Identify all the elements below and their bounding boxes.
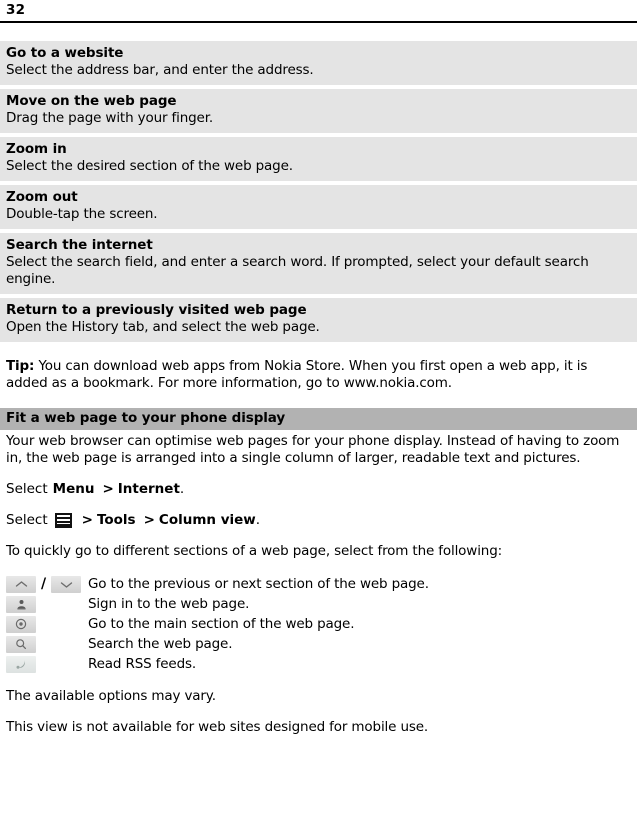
list-item: Go to the main section of the web page.: [6, 614, 631, 634]
table-row: Move on the web page Drag the page with …: [0, 89, 637, 133]
task-title: Return to a previously visited web page: [6, 302, 307, 318]
target-home-icon: [6, 615, 36, 633]
rss-feed-icon: [6, 655, 36, 673]
table-row: Return to a previously visited web page …: [0, 298, 637, 342]
task-title: Search the internet: [6, 237, 153, 253]
chevron-up-icon: [6, 575, 36, 593]
footnote-mobile-sites: This view is not available for web sites…: [6, 719, 429, 735]
page-header: 32: [0, 0, 637, 19]
path-item-menu: Menu: [52, 481, 95, 497]
person-sign-in-icon: [6, 595, 36, 613]
task-description: Select the desired section of the web pa…: [6, 158, 293, 174]
table-row: Search the internet Select the search fi…: [0, 233, 637, 294]
task-description: Drag the page with your finger.: [6, 110, 213, 126]
list-item: Read RSS feeds.: [6, 654, 631, 674]
tip-text: You can download web apps from Nokia Sto…: [6, 358, 588, 391]
task-description: Select the address bar, and enter the ad…: [6, 62, 314, 78]
legend-icon-group: [6, 614, 88, 634]
path-item-tools: Tools: [96, 512, 136, 528]
path-item-column-view: Column view: [158, 512, 256, 528]
menu-key-icon: [54, 513, 72, 528]
task-title: Move on the web page: [6, 93, 177, 109]
legend-intro-paragraph: To quickly go to different sections of a…: [6, 543, 503, 559]
table-row: Zoom out Double-tap the screen.: [0, 185, 637, 229]
menu-path-column-view: Select > Tools > Column view .: [0, 512, 637, 529]
legend-separator: /: [41, 575, 47, 592]
footnote-options-vary: The available options may vary.: [6, 688, 216, 704]
list-item: Sign in to the web page.: [6, 594, 631, 614]
legend-icon-group: /: [6, 574, 88, 594]
task-table: Go to a website Select the address bar, …: [0, 41, 637, 342]
task-title: Zoom out: [6, 189, 78, 205]
legend-description: Sign in to the web page.: [88, 596, 250, 612]
path-separator: >: [143, 512, 155, 528]
list-item: Search the web page.: [6, 634, 631, 654]
task-title: Go to a website: [6, 45, 124, 61]
legend-icon-group: [6, 634, 88, 654]
list-item: / Go to the previous or next section of …: [6, 574, 631, 594]
path-separator: >: [102, 481, 114, 497]
task-description: Select the search field, and enter a sea…: [6, 254, 589, 287]
path-lead: Select: [6, 481, 48, 497]
task-description: Open the History tab, and select the web…: [6, 319, 320, 335]
path-period: .: [255, 512, 261, 528]
path-item-internet: Internet: [117, 481, 180, 497]
section-heading-band: Fit a web page to your phone display: [0, 408, 637, 430]
legend-description: Search the web page.: [88, 636, 233, 652]
icon-legend-list: / Go to the previous or next section of …: [0, 574, 637, 674]
section-heading-title: Fit a web page to your phone display: [6, 410, 286, 426]
legend-description: Go to the main section of the web page.: [88, 616, 355, 632]
search-magnifier-icon: [6, 635, 36, 653]
chevron-down-icon: [51, 575, 82, 593]
table-row: Zoom in Select the desired section of th…: [0, 137, 637, 181]
section-intro-paragraph: Your web browser can optimise web pages …: [6, 433, 620, 466]
menu-path-internet: Select Menu > Internet .: [0, 481, 637, 498]
tip-label: Tip:: [6, 358, 35, 374]
path-separator: >: [81, 512, 93, 528]
legend-description: Go to the previous or next section of th…: [88, 576, 429, 592]
task-description: Double-tap the screen.: [6, 206, 158, 222]
legend-icon-group: [6, 654, 88, 674]
legend-icon-group: [6, 594, 88, 614]
page-number: 32: [6, 2, 26, 18]
path-period: .: [179, 481, 185, 497]
header-rule: [0, 21, 637, 23]
path-lead: Select: [6, 512, 48, 528]
table-row: Go to a website Select the address bar, …: [0, 41, 637, 85]
document-page: 32 Go to a website Select the address ba…: [0, 0, 637, 829]
task-title: Zoom in: [6, 141, 67, 157]
tip-paragraph: Tip: You can download web apps from Noki…: [0, 358, 637, 392]
legend-description: Read RSS feeds.: [88, 656, 197, 672]
